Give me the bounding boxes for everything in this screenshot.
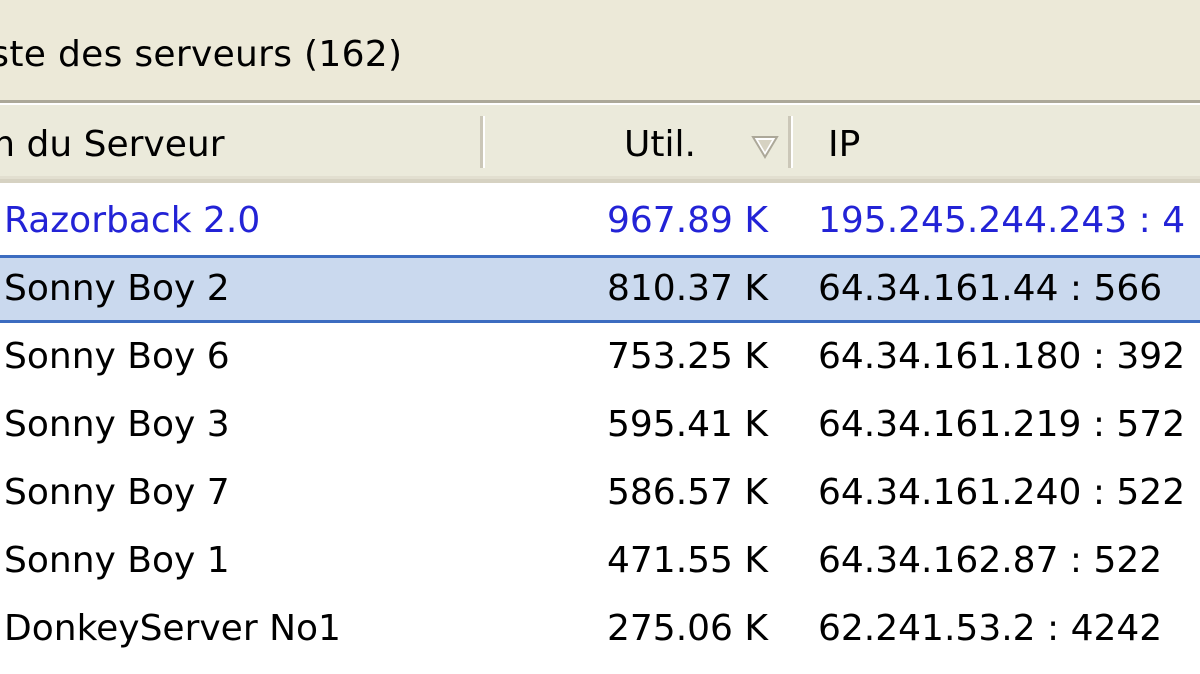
column-header-users[interactable]: Util. [624, 105, 744, 177]
server-row[interactable]: Razorback 2.0 967.89 K 195.245.244.243 : 4 [0, 187, 1200, 255]
server-users: 595.41 K [606, 404, 768, 445]
server-ip: 62.241.53.2 : 4242 [818, 608, 1163, 649]
column-header-name[interactable]: m du Serveur [0, 105, 480, 177]
server-users: 275.06 K [606, 608, 768, 649]
server-row[interactable]: Sonny Boy 6 753.25 K 64.34.161.180 : 392 [0, 323, 1200, 391]
server-name: Sonny Boy 6 [4, 336, 230, 377]
server-users: 967.89 K [606, 200, 768, 241]
server-users: 810.37 K [606, 268, 768, 309]
list-header-shadow-dark [0, 179, 1200, 183]
server-ip: 64.34.161.219 : 572 [818, 404, 1186, 445]
column-resize-handle[interactable] [788, 116, 793, 168]
server-name: Sonny Boy 2 [4, 268, 230, 309]
sort-descending-icon[interactable] [750, 133, 780, 161]
server-ip: 64.34.161.240 : 522 [818, 472, 1186, 513]
server-row[interactable]: DonkeyServer No1 275.06 K 62.241.53.2 : 42… [0, 595, 1200, 663]
server-ip: 64.34.162.87 : 522 [818, 540, 1163, 581]
server-name: Sonny Boy 3 [4, 404, 230, 445]
server-users: 753.25 K [606, 336, 768, 377]
server-ip: 64.34.161.180 : 392 [818, 336, 1186, 377]
server-users: 471.55 K [606, 540, 768, 581]
server-users: 586.57 K [606, 472, 768, 513]
server-row[interactable]: Sonny Boy 7 586.57 K 64.34.161.240 : 522 [0, 459, 1200, 527]
server-row[interactable]: Sonny Boy 2 810.37 K 64.34.161.44 : 566 [0, 255, 1200, 323]
server-name: DonkeyServer No1 [4, 608, 341, 649]
server-ip: 195.245.244.243 : 4 [818, 200, 1186, 241]
column-header-ip[interactable]: IP [828, 105, 1128, 177]
server-name: Sonny Boy 1 [4, 540, 230, 581]
server-name: Sonny Boy 7 [4, 472, 230, 513]
server-row[interactable]: Sonny Boy 3 595.41 K 64.34.161.219 : 572 [0, 391, 1200, 459]
server-ip: 64.34.161.44 : 566 [818, 268, 1163, 309]
column-resize-handle[interactable] [480, 116, 485, 168]
server-row[interactable]: Sonny Boy 1 471.55 K 64.34.162.87 : 522 [0, 527, 1200, 595]
panel-title: iste des serveurs (162) [0, 34, 403, 75]
server-name: Razorback 2.0 [4, 200, 261, 241]
